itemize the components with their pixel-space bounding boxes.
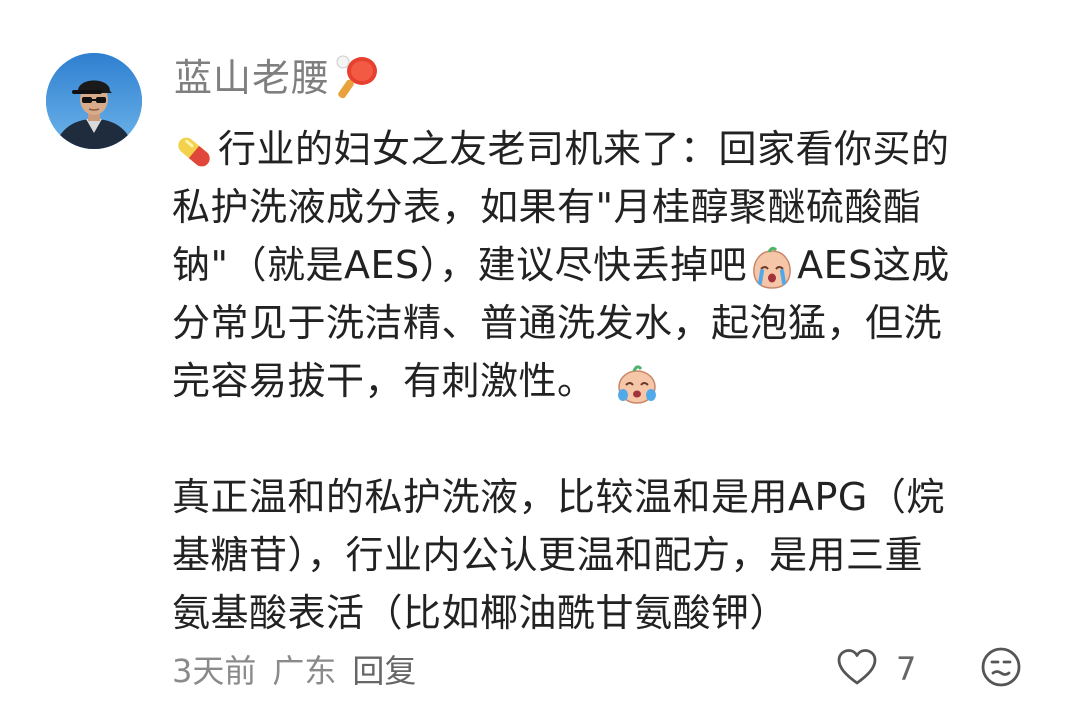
username-row: 蓝山老腰 [174, 50, 380, 106]
text-segment: 完容易拔干，有刺激性。 [172, 359, 596, 403]
unamused-face-icon [980, 646, 1022, 692]
reply-button[interactable]: 回复 [352, 646, 416, 692]
like-button[interactable]: 7 [836, 648, 920, 690]
text-line: 行业的妇女之友老司机来了：回家看你买的 [172, 120, 1032, 178]
text-segment: 基糖苷），行业内公认更温和配方，是用三重 [172, 533, 924, 577]
text-line: 私护洗液成分表，如果有"月桂醇聚醚硫酸酯 [172, 178, 1032, 236]
text-line: 氨基酸表活（比如椰油酰甘氨酸钾） [172, 584, 1032, 642]
reaction-bar: 7 [836, 640, 1022, 698]
text-line: 基糖苷），行业内公认更温和配方，是用三重 [172, 526, 1032, 584]
text-segment: 私护洗液成分表，如果有"月桂醇聚醚硫酸酯 [172, 185, 922, 229]
pill-icon [172, 130, 216, 174]
text-line: 完容易拔干，有刺激性。 [172, 352, 1032, 410]
text-segment: 分常见于洗洁精、普通洗发水，起泡猛，但洗 [172, 301, 943, 345]
text-line: 钠"（就是AES），建议尽快丢掉吧 AES这成 [172, 236, 1032, 294]
avatar-image [46, 53, 142, 149]
text-segment: 真正温和的私护洗液，比较温和是用APG（烷 [172, 475, 945, 519]
crying-face-icon [614, 361, 660, 407]
username[interactable]: 蓝山老腰 [174, 50, 330, 106]
text-line: 真正温和的私护洗液，比较温和是用APG（烷 [172, 468, 1032, 526]
paragraph-1: 行业的妇女之友老司机来了：回家看你买的 私护洗液成分表，如果有"月桂醇聚醚硫酸酯… [172, 120, 1032, 410]
comment-footer: 3天前 广东 回复 7 [172, 640, 1022, 698]
ping-pong-paddle-icon [334, 53, 380, 103]
text-segment: 行业的妇女之友老司机来了：回家看你买的 [218, 127, 950, 171]
crying-face-icon [749, 245, 795, 291]
comment-location: 广东 [272, 652, 337, 690]
text-segment: 氨基酸表活（比如椰油酰甘氨酸钾） [172, 591, 789, 635]
avatar[interactable] [46, 53, 142, 149]
text-segment: AES这成 [797, 243, 950, 287]
comment-body: 行业的妇女之友老司机来了：回家看你买的 私护洗液成分表，如果有"月桂醇聚醚硫酸酯… [172, 120, 1032, 642]
text-segment: 钠"（就是AES），建议尽快丢掉吧 [172, 243, 748, 287]
paragraph-2: 真正温和的私护洗液，比较温和是用APG（烷 基糖苷），行业内公认更温和配方，是用… [172, 468, 1032, 642]
comment-time: 3天前 [172, 652, 257, 690]
dislike-button[interactable] [980, 646, 1022, 692]
heart-outline-icon [836, 648, 878, 690]
text-line: 分常见于洗洁精、普通洗发水，起泡猛，但洗 [172, 294, 1032, 352]
like-count: 7 [896, 650, 917, 688]
comment-item: 蓝山老腰 行业的妇女之友老司机来了：回家看你买的 私护洗液成分表，如果有"月桂醇… [0, 0, 1080, 722]
